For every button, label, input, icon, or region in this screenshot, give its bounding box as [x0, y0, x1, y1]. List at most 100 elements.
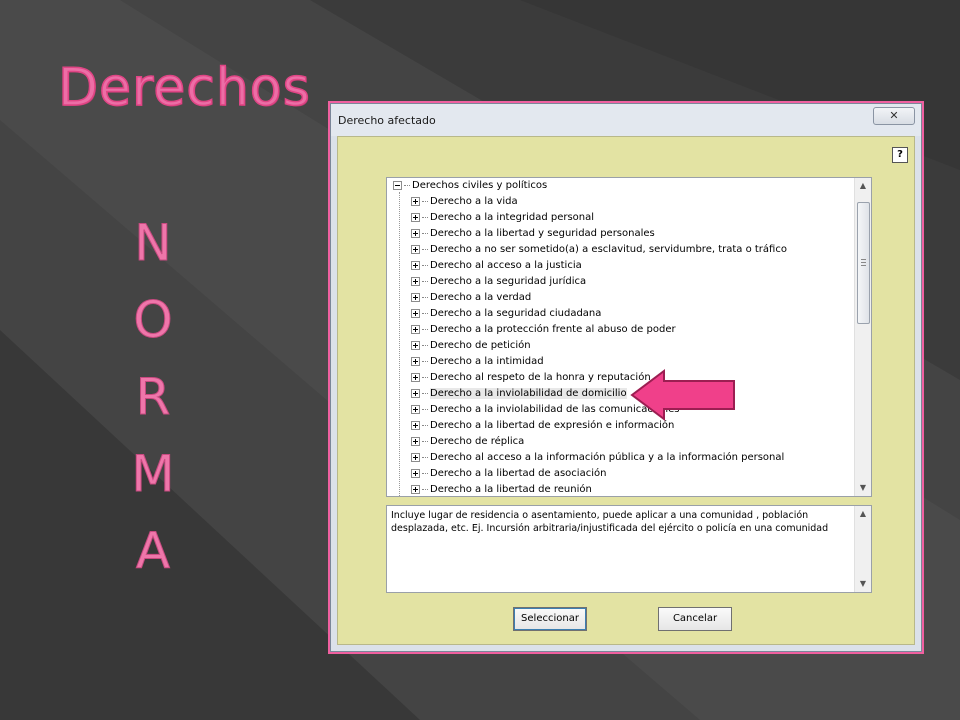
tree-connector [422, 456, 428, 458]
tree-root-item[interactable]: Derechos civiles y políticos [393, 178, 547, 194]
rights-tree-view[interactable]: Derechos civiles y políticos Derecho a l… [386, 177, 872, 497]
tree-item-label: Derecho a la libertad y seguridad person… [430, 228, 655, 239]
tree-connector [422, 392, 428, 394]
tree-item[interactable]: Derecho a la libertad y seguridad person… [411, 226, 655, 242]
tree-item[interactable]: Derecho al acceso a la justicia [411, 258, 582, 274]
expand-icon[interactable] [411, 212, 420, 222]
tree-item-label: Derecho de petición [430, 340, 531, 351]
expand-icon[interactable] [411, 340, 420, 350]
collapse-icon[interactable] [393, 180, 402, 190]
tree-connector [422, 408, 428, 410]
dialog-client-area: ? Derechos civiles y políticos Derecho a… [337, 136, 915, 645]
norma-letter: M [131, 445, 175, 504]
tree-item[interactable]: Derecho a la libertad de reunión [411, 482, 592, 496]
tree-root-label: Derechos civiles y políticos [412, 180, 548, 191]
tree-item[interactable]: Derecho a la inviolabilidad de domicilio [411, 386, 627, 402]
tree-item[interactable]: Derecho a la integridad personal [411, 210, 594, 226]
tree-connector [422, 472, 428, 474]
tree-item[interactable]: Derecho a la seguridad jurídica [411, 274, 586, 290]
tree-item[interactable]: Derecho de réplica [411, 434, 524, 450]
tree-items-container: Derechos civiles y políticos Derecho a l… [387, 178, 855, 496]
dialog-titlebar[interactable]: Derecho afectado ✕ [331, 104, 921, 136]
expand-icon[interactable] [411, 244, 420, 254]
tree-connector [422, 376, 428, 378]
tree-connector [422, 328, 428, 330]
norma-letter: A [135, 522, 171, 581]
expand-icon[interactable] [411, 404, 420, 414]
cancel-button[interactable]: Cancelar [658, 607, 732, 631]
tree-item[interactable]: Derecho al acceso a la información públi… [411, 450, 784, 466]
expand-icon[interactable] [411, 324, 420, 334]
tree-item-label: Derecho a la inviolabilidad de domicilio [430, 388, 627, 399]
tree-vertical-scrollbar[interactable]: ▲ ▼ [854, 178, 871, 496]
scroll-up-arrow-icon[interactable]: ▲ [855, 506, 871, 522]
close-button[interactable]: ✕ [873, 107, 915, 125]
tree-connector [422, 280, 428, 282]
question-icon: ? [897, 149, 903, 160]
tree-connector-line [399, 192, 400, 496]
expand-icon[interactable] [411, 356, 420, 366]
tree-item-label: Derecho a la vida [430, 196, 518, 207]
description-box[interactable]: Incluye lugar de residencia o asentamien… [386, 505, 872, 593]
expand-icon[interactable] [411, 484, 420, 494]
tree-item[interactable]: Derecho a la seguridad ciudadana [411, 306, 601, 322]
tree-connector [422, 264, 428, 266]
expand-icon[interactable] [411, 372, 420, 382]
tree-item[interactable]: Derecho a no ser sometido(a) a esclavitu… [411, 242, 787, 258]
tree-connector [422, 200, 428, 202]
norma-letter: R [135, 368, 171, 427]
norma-letter: N [134, 214, 172, 273]
tree-item-label: Derecho al respeto de la honra y reputac… [430, 372, 651, 383]
tree-item[interactable]: Derecho a la intimidad [411, 354, 544, 370]
grip-line [861, 259, 866, 260]
tree-connector [422, 248, 428, 250]
expand-icon[interactable] [411, 260, 420, 270]
pointer-arrow-icon [630, 369, 735, 421]
tree-item-label: Derecho a la integridad personal [430, 212, 595, 223]
expand-icon[interactable] [411, 308, 420, 318]
expand-icon[interactable] [411, 196, 420, 206]
scroll-down-arrow-icon[interactable]: ▼ [855, 576, 871, 592]
tree-item[interactable]: Derecho al respeto de la honra y reputac… [411, 370, 651, 386]
expand-icon[interactable] [411, 436, 420, 446]
tree-item-label: Derecho a la seguridad ciudadana [430, 308, 602, 319]
tree-item[interactable]: Derecho a la vida [411, 194, 518, 210]
tree-connector [422, 296, 428, 298]
tree-item-label: Derecho a no ser sometido(a) a esclavitu… [430, 244, 787, 255]
derecho-afectado-dialog: Derecho afectado ✕ ? Derechos civiles y … [330, 103, 922, 652]
tree-connector [404, 184, 410, 186]
slide-title: Derechos [57, 57, 311, 119]
close-icon: ✕ [889, 109, 899, 122]
tree-connector [422, 440, 428, 442]
scrollbar-thumb[interactable] [857, 202, 870, 324]
tree-item-label: Derecho a la verdad [430, 292, 532, 303]
tree-item[interactable]: Derecho a la protección frente al abuso … [411, 322, 676, 338]
expand-icon[interactable] [411, 452, 420, 462]
scroll-up-arrow-icon[interactable]: ▲ [855, 178, 871, 194]
help-button[interactable]: ? [892, 147, 908, 163]
tree-item-label: Derecho al acceso a la información públi… [430, 452, 785, 463]
dialog-title: Derecho afectado [338, 114, 436, 127]
tree-item-label: Derecho al acceso a la justicia [430, 260, 582, 271]
tree-item-label: Derecho a la intimidad [430, 356, 544, 367]
description-vertical-scrollbar[interactable]: ▲ ▼ [854, 506, 871, 592]
expand-icon[interactable] [411, 228, 420, 238]
expand-icon[interactable] [411, 292, 420, 302]
tree-item-label: Derecho de réplica [430, 436, 525, 447]
expand-icon[interactable] [411, 276, 420, 286]
tree-connector [422, 232, 428, 234]
tree-item[interactable]: Derecho a la verdad [411, 290, 531, 306]
tree-item-label: Derecho a la protección frente al abuso … [430, 324, 676, 335]
expand-icon[interactable] [411, 468, 420, 478]
tree-connector [422, 424, 428, 426]
tree-connector [422, 216, 428, 218]
scroll-down-arrow-icon[interactable]: ▼ [855, 480, 871, 496]
tree-connector [422, 360, 428, 362]
tree-item[interactable]: Derecho a la libertad de asociación [411, 466, 606, 482]
expand-icon[interactable] [411, 388, 420, 398]
select-button[interactable]: Seleccionar [513, 607, 587, 631]
tree-item-label: Derecho a la libertad de reunión [430, 484, 592, 495]
expand-icon[interactable] [411, 420, 420, 430]
tree-item[interactable]: Derecho de petición [411, 338, 531, 354]
tree-connector [422, 312, 428, 314]
